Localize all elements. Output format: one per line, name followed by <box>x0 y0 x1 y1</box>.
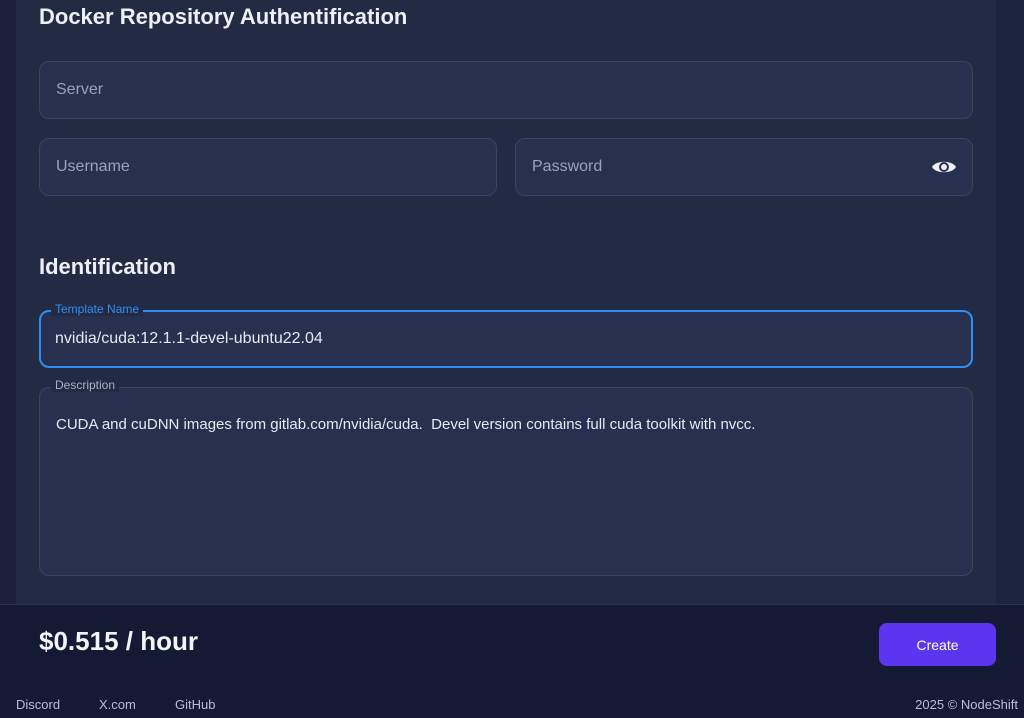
identification-title: Identification <box>39 254 176 279</box>
description-textarea[interactable]: CUDA and cuDNN images from gitlab.com/nv… <box>40 388 972 575</box>
page: Docker Repository Authentification Ident… <box>0 0 1024 718</box>
template-name-label: Template Name <box>51 302 144 316</box>
description-label: Description <box>51 378 120 392</box>
template-name-input[interactable] <box>41 312 971 366</box>
github-link[interactable]: GitHub <box>175 697 215 712</box>
password-field[interactable] <box>515 138 973 196</box>
eye-icon[interactable] <box>930 154 958 180</box>
password-input[interactable] <box>516 139 972 195</box>
username-field[interactable] <box>39 138 497 196</box>
copyright: 2025 © NodeShift <box>915 697 1018 712</box>
footer-bar <box>0 604 1024 718</box>
price-per-hour: $0.515 / hour <box>39 626 198 656</box>
scrollbar-track[interactable] <box>996 0 1024 604</box>
description-field[interactable]: CUDA and cuDNN images from gitlab.com/nv… <box>39 387 973 576</box>
discord-link[interactable]: Discord <box>16 697 60 712</box>
x-link[interactable]: X.com <box>99 697 136 712</box>
template-name-field[interactable] <box>39 310 973 368</box>
docker-auth-title: Docker Repository Authentification <box>39 4 408 29</box>
server-input[interactable] <box>40 62 972 118</box>
username-input[interactable] <box>40 139 496 195</box>
create-button[interactable]: Create <box>879 623 996 666</box>
server-field[interactable] <box>39 61 973 119</box>
